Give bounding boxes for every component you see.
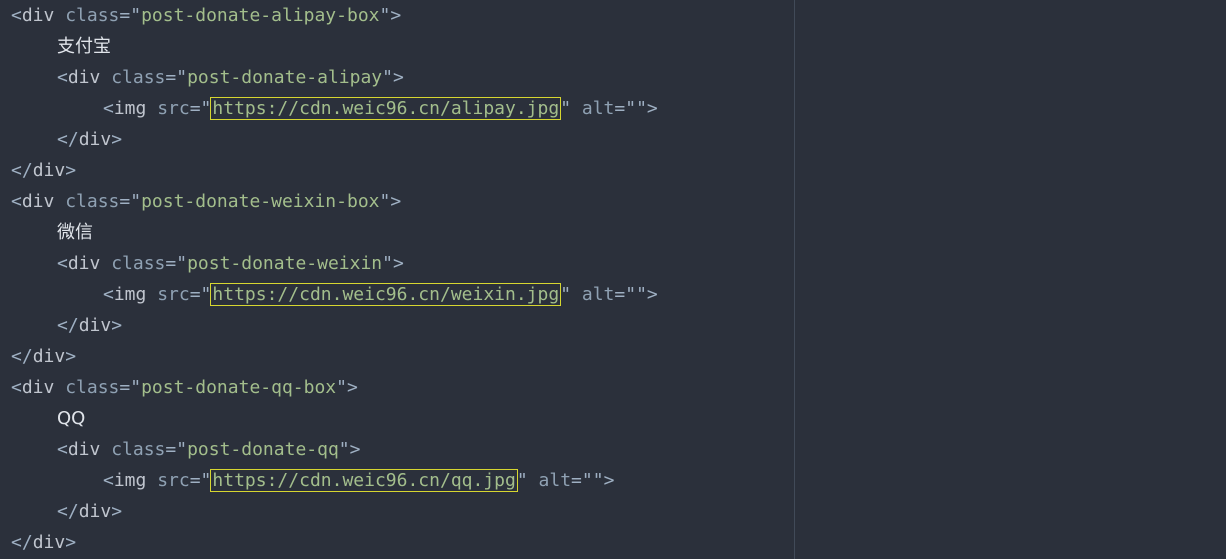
- tag-name: div: [78, 501, 112, 522]
- tag-name: div: [21, 191, 55, 212]
- code-line: <div class="post-donate-alipay">: [57, 67, 404, 88]
- code-line: <div class="post-donate-qq-box">: [11, 377, 358, 398]
- code-line: </div>: [11, 532, 77, 553]
- attribute-name: alt: [581, 98, 615, 119]
- code-line: </div>: [11, 160, 77, 181]
- code-line: </div>: [57, 315, 123, 336]
- text-content: 微信: [57, 222, 93, 243]
- attribute-name: alt: [538, 470, 572, 491]
- code-line: 支付宝: [11, 31, 658, 62]
- code-content[interactable]: <div class="post-donate-alipay-box"> 支付宝 <…: [11, 0, 658, 558]
- attribute-value: post-donate-weixin-box: [141, 191, 380, 212]
- tag-name: div: [67, 67, 101, 88]
- attribute-name: class: [65, 191, 120, 212]
- tag-name: div: [78, 315, 112, 336]
- tag-name: div: [67, 439, 101, 460]
- attribute-value: post-donate-alipay: [187, 67, 383, 88]
- attribute-name: alt: [581, 284, 615, 305]
- text-content: 支付宝: [57, 36, 111, 57]
- code-line: 微信: [11, 217, 658, 248]
- tag-name: div: [32, 346, 66, 367]
- text-content: QQ: [57, 408, 86, 429]
- code-line: </div>: [57, 501, 123, 522]
- attribute-value: post-donate-qq: [187, 439, 339, 460]
- code-line: <img src="https://cdn.weic96.cn/alipay.j…: [103, 97, 658, 120]
- code-line: <div class="post-donate-weixin-box">: [11, 191, 402, 212]
- url-link[interactable]: https://cdn.weic96.cn/weixin.jpg: [210, 283, 562, 306]
- code-line: <img src="https://cdn.weic96.cn/qq.jpg" …: [103, 469, 615, 492]
- tag-name: img: [113, 98, 147, 119]
- attribute-name: class: [65, 5, 120, 26]
- attribute-name: class: [111, 253, 166, 274]
- tag-name: div: [67, 253, 101, 274]
- tag-name: div: [78, 129, 112, 150]
- attribute-name: src: [157, 470, 190, 491]
- tag-name: div: [32, 160, 66, 181]
- url-link[interactable]: https://cdn.weic96.cn/qq.jpg: [210, 469, 518, 492]
- attribute-value: post-donate-weixin: [187, 253, 383, 274]
- code-line: <img src="https://cdn.weic96.cn/weixin.j…: [103, 283, 658, 306]
- attribute-name: src: [157, 98, 190, 119]
- code-line: <div class="post-donate-alipay-box">: [11, 5, 402, 26]
- tag-name: img: [113, 470, 147, 491]
- attribute-value: post-donate-qq-box: [141, 377, 337, 398]
- attribute-name: class: [111, 67, 166, 88]
- tag-name: div: [21, 377, 55, 398]
- attribute-name: class: [65, 377, 120, 398]
- attribute-name: src: [157, 284, 190, 305]
- code-line: </div>: [57, 129, 123, 150]
- code-line: <div class="post-donate-weixin">: [57, 253, 404, 274]
- attribute-value: post-donate-alipay-box: [141, 5, 380, 26]
- code-line: <div class="post-donate-qq">: [57, 439, 361, 460]
- tag-name: img: [113, 284, 147, 305]
- code-line: </div>: [11, 346, 77, 367]
- tag-name: div: [32, 532, 66, 553]
- url-link[interactable]: https://cdn.weic96.cn/alipay.jpg: [210, 97, 562, 120]
- code-editor[interactable]: <div class="post-donate-alipay-box"> 支付宝 <…: [0, 0, 794, 559]
- attribute-name: class: [111, 439, 166, 460]
- empty-right-pane: [795, 0, 1226, 559]
- tag-name: div: [21, 5, 55, 26]
- code-line: QQ: [11, 403, 658, 434]
